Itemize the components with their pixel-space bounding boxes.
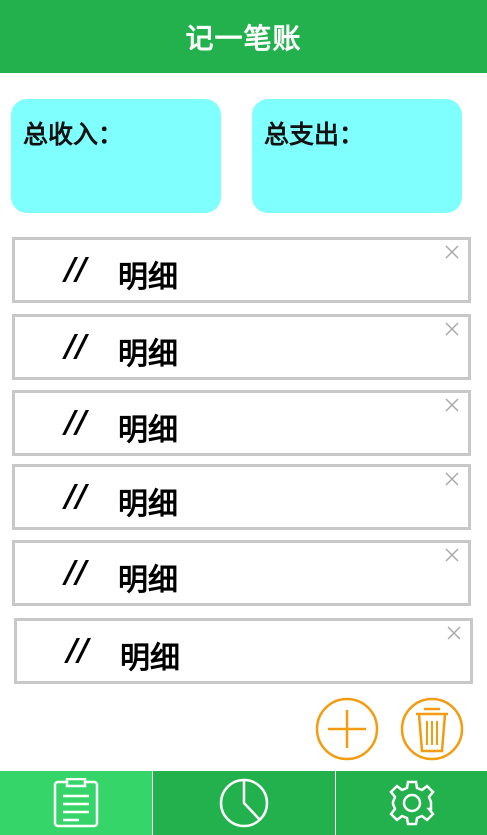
record-label: 明细 <box>120 641 180 676</box>
close-icon[interactable] <box>444 397 460 413</box>
pie-chart-icon <box>219 778 269 828</box>
record-item[interactable]: // 明细 <box>12 390 471 456</box>
app-header: 记一笔账 <box>0 0 487 73</box>
record-label: 明细 <box>118 413 178 448</box>
expense-summary-card: 总支出： <box>252 99 462 213</box>
page-title: 记一笔账 <box>185 21 302 55</box>
delete-button[interactable] <box>400 697 464 761</box>
close-icon[interactable] <box>444 244 460 260</box>
close-icon[interactable] <box>444 321 460 337</box>
tab-statistics[interactable] <box>152 771 335 835</box>
close-icon[interactable] <box>446 625 462 641</box>
record-label: 明细 <box>118 337 178 372</box>
record-prefix: // <box>67 633 89 668</box>
record-label: 明细 <box>118 487 178 522</box>
record-label: 明细 <box>118 563 178 598</box>
record-item[interactable]: // 明细 <box>14 618 473 684</box>
ledger-icon <box>53 778 99 828</box>
close-icon[interactable] <box>444 471 460 487</box>
record-prefix: // <box>65 329 87 364</box>
add-record-button[interactable] <box>315 697 379 761</box>
record-prefix: // <box>65 252 87 287</box>
record-item[interactable]: // 明细 <box>12 314 471 380</box>
tab-ledger[interactable] <box>0 771 152 835</box>
trash-icon <box>400 697 464 761</box>
record-prefix: // <box>65 555 87 590</box>
record-prefix: // <box>65 479 87 514</box>
record-item[interactable]: // 明细 <box>12 237 471 303</box>
record-prefix: // <box>65 405 87 440</box>
tab-settings[interactable] <box>335 771 487 835</box>
record-item[interactable]: // 明细 <box>12 464 471 530</box>
record-label: 明细 <box>118 260 178 295</box>
income-label: 总收入： <box>23 120 124 149</box>
expense-label: 总支出： <box>264 120 365 149</box>
plus-circle-icon <box>315 697 379 761</box>
bottom-nav <box>0 771 487 835</box>
gear-icon <box>388 780 435 826</box>
income-summary-card: 总收入： <box>11 99 221 213</box>
record-item[interactable]: // 明细 <box>12 540 471 606</box>
close-icon[interactable] <box>444 547 460 563</box>
